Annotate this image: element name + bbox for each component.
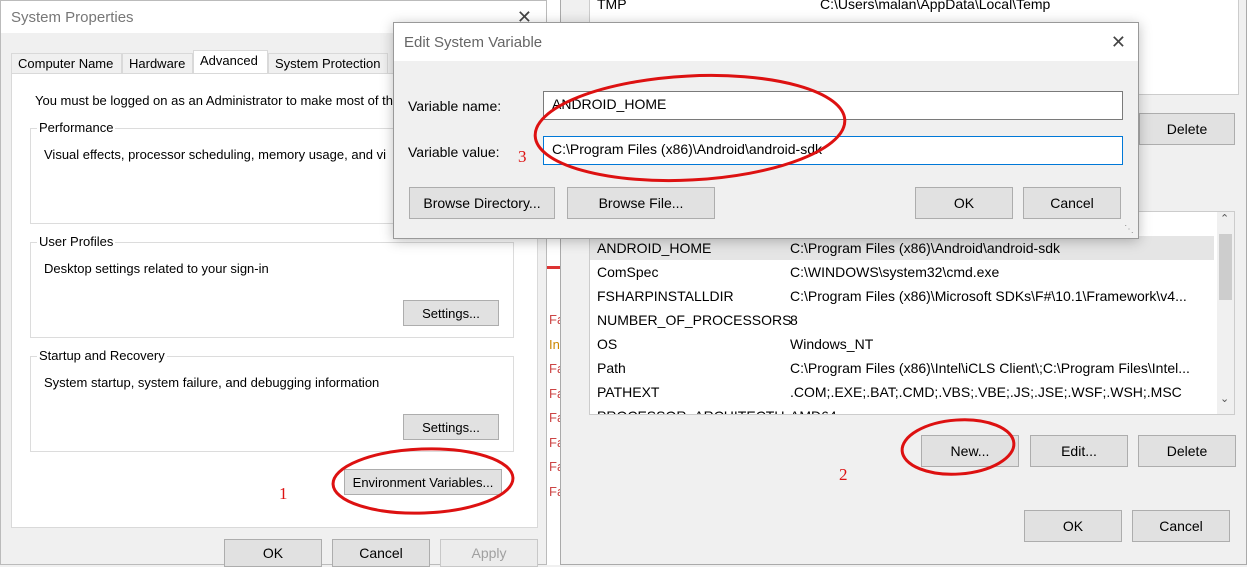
annotation-circle-variables: [533, 73, 847, 183]
annotation-overlay: [331, 73, 1016, 515]
annotation-step-1: 1: [279, 484, 288, 503]
annotation-circle-env-button: [331, 447, 515, 515]
annotation-step-2: 2: [839, 465, 848, 484]
annotation-step-3: 3: [518, 147, 527, 166]
annotation-circle-new-button: [900, 418, 1016, 476]
